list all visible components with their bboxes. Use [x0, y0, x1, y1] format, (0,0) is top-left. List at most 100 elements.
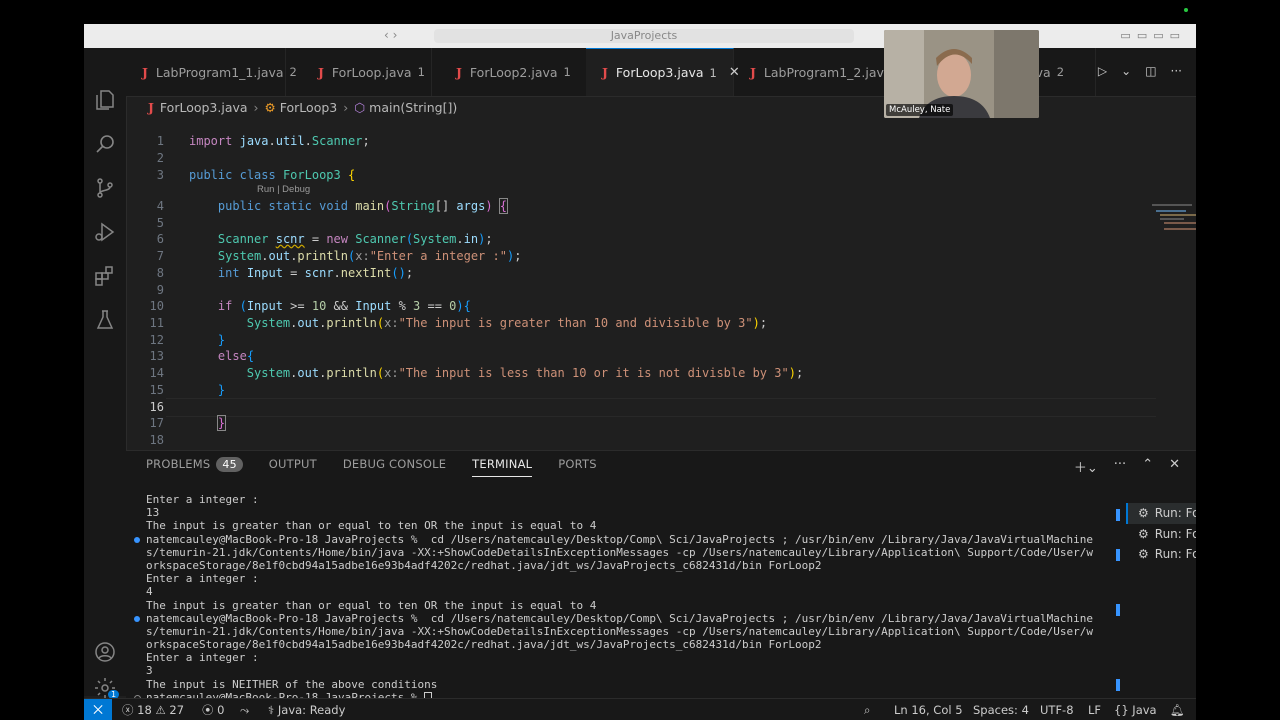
code-line: 3 public class ForLoop3 { [156, 168, 356, 182]
more-actions-icon[interactable]: ··· [1171, 64, 1182, 78]
java-file-icon: J [148, 99, 154, 115]
run-debug-icon[interactable] [93, 220, 117, 244]
split-editor-icon[interactable]: ◫ [1145, 64, 1156, 78]
java-file-icon: J [456, 64, 462, 80]
run-icon[interactable]: ▷ [1098, 64, 1107, 78]
tab-problems[interactable]: PROBLEMS 45 [146, 451, 243, 477]
tab-output[interactable]: OUTPUT [269, 451, 317, 477]
editor-actions: ▷ ⌄ ◫ ··· [1098, 64, 1182, 78]
terminal-line: 3 [146, 664, 153, 678]
warning-icon: ⚠ [155, 703, 166, 717]
tab-labprogram1-1[interactable]: J LabProgram1_1.java 2 [126, 48, 297, 96]
cursor-position[interactable]: Ln 16, Col 5 [894, 699, 963, 720]
command-decoration-icon[interactable] [134, 536, 140, 543]
new-terminal-icon[interactable]: ＋⌄ [1074, 457, 1098, 476]
account-icon[interactable] [93, 640, 117, 664]
webcam-overlay: McAuley, Nate [884, 30, 1039, 118]
terminal-line: Enter a integer : [146, 651, 259, 665]
java-file-icon: J [750, 64, 756, 80]
status-bar: ⨉ ⓧ 18 ⚠ 27 ⦿ 0 ⤳ ⚕ Java: Ready ⌕ Ln 16,… [84, 698, 1196, 720]
chevron-down-icon[interactable]: ⌄ [1121, 64, 1131, 78]
debug-status-icon[interactable]: ⤳ [240, 699, 249, 720]
panel-actions: ＋⌄ ··· ⌃ ✕ [1074, 457, 1180, 476]
indentation[interactable]: Spaces: 4 [973, 699, 1029, 720]
extensions-icon[interactable] [93, 264, 117, 288]
terminal-line: The input is greater than or equal to te… [146, 598, 597, 612]
minimap[interactable] [1152, 204, 1196, 234]
java-file-icon: J [142, 64, 148, 80]
tab-terminal[interactable]: TERMINAL [472, 451, 533, 477]
breadcrumb-file[interactable]: ForLoop3.java [160, 100, 248, 115]
end-of-line[interactable]: LF [1088, 699, 1101, 720]
java-icon: ⚕ [268, 703, 275, 717]
terminal-output[interactable]: Enter a integer : 13 The input is greate… [134, 493, 1094, 704]
tab-debug-console[interactable]: DEBUG CONSOLE [343, 451, 446, 477]
command-center[interactable]: JavaProjects [434, 29, 854, 43]
more-actions-icon[interactable]: ··· [1114, 457, 1126, 476]
tab-ports[interactable]: PORTS [558, 451, 596, 477]
search-icon[interactable] [93, 132, 117, 156]
code-line: 12 } [149, 333, 226, 347]
debug-icon: ⚙ [1138, 547, 1149, 562]
java-status[interactable]: ⚕ Java: Ready [268, 699, 345, 720]
explorer-icon[interactable] [93, 88, 117, 112]
layout-controls[interactable]: ▭▭▭▭ [1120, 29, 1186, 42]
code-line: 18 [149, 433, 164, 447]
participant-name: McAuley, Nate [886, 104, 954, 116]
terminal-line: Enter a integer : [146, 572, 259, 586]
java-file-icon: J [318, 64, 324, 80]
code-editor[interactable]: 1 import java.util.Scanner; 2 3 public cla… [126, 118, 1196, 463]
settings-gear-icon[interactable]: 1 [93, 676, 120, 700]
recording-indicator [1184, 8, 1188, 12]
tab-forloop[interactable]: J ForLoop.java 1 [302, 48, 432, 96]
bottom-panel: PROBLEMS 45 OUTPUT DEBUG CONSOLE TERMINAL… [126, 450, 1196, 704]
error-icon: ⓧ [122, 703, 134, 717]
terminal-list-item[interactable]: ⚙Run: ForLo... [1126, 503, 1196, 524]
code-line: 1 import java.util.Scanner; [156, 134, 370, 148]
code-line: 14 System.out.println(x:"The input is le… [149, 366, 804, 380]
panel-tabs: PROBLEMS 45 OUTPUT DEBUG CONSOLE TERMINAL… [146, 451, 597, 477]
chevron-right-icon: › [253, 99, 259, 115]
testing-icon[interactable] [93, 308, 117, 332]
terminal-list-item[interactable]: ⚙Run: ForLo... [1126, 524, 1196, 545]
code-line: 10 if (Input >= 10 && Input % 3 == 0){ [149, 299, 471, 313]
terminal-line: s/temurin-21.jdk/Contents/Home/bin/java … [146, 624, 1094, 638]
terminal-line: natemcauley@MacBook-Pro-18 JavaProjects … [134, 612, 1093, 625]
codelens-run-debug[interactable]: Run | Debug [257, 184, 310, 195]
code-line: 6 Scanner scnr = new Scanner(System.in); [156, 232, 493, 246]
breadcrumb-method[interactable]: main(String[]) [369, 100, 457, 115]
chevron-right-icon: › [343, 99, 349, 115]
terminal-line: s/temurin-21.jdk/Contents/Home/bin/java … [146, 545, 1094, 559]
notifications-bell-icon[interactable]: 🔔︎ [1170, 699, 1185, 720]
class-icon: ⚙ [264, 99, 276, 115]
code-line: 5 [156, 216, 164, 230]
breadcrumb-class[interactable]: ForLoop3 [280, 100, 337, 115]
maximize-panel-icon[interactable]: ⌃ [1142, 457, 1153, 476]
method-icon: ⬡ [354, 99, 366, 115]
zoom-icon[interactable]: ⌕ [864, 699, 870, 720]
tab-forloop3[interactable]: J ForLoop3.java 1 ✕ [586, 48, 740, 96]
terminal-overview-ruler [1116, 509, 1120, 694]
terminal-list-item[interactable]: ⚙Run: ForLo... [1126, 544, 1196, 565]
terminal-line: orkspaceStorage/8e1f0cbd94a15adbe16e93b4… [146, 638, 822, 652]
ports-status[interactable]: ⦿ 0 [202, 699, 224, 720]
remote-indicator-icon[interactable]: ⨉ [84, 699, 112, 720]
encoding[interactable]: UTF-8 [1040, 699, 1074, 720]
problems-status[interactable]: ⓧ 18 ⚠ 27 [122, 699, 184, 720]
terminal-line: 4 [146, 585, 153, 599]
code-line: 17 } [149, 415, 227, 431]
vscode-window: ‹ › JavaProjects ▭▭▭▭ 1 J LabProgram1_1.… [84, 24, 1196, 720]
code-line: 2 [156, 151, 164, 165]
debug-icon: ⚙ [1138, 526, 1149, 541]
source-control-icon[interactable] [93, 176, 117, 200]
command-decoration-icon[interactable] [134, 615, 140, 622]
history-nav[interactable]: ‹ › [384, 28, 397, 42]
code-line: 13 else{ [149, 349, 255, 363]
debug-icon: ⚙ [1138, 506, 1149, 521]
close-panel-icon[interactable]: ✕ [1169, 457, 1180, 476]
tab-forloop2[interactable]: J ForLoop2.java 1 [440, 48, 588, 96]
terminal-line: orkspaceStorage/8e1f0cbd94a15adbe16e93b4… [146, 558, 822, 572]
java-file-icon: J [602, 65, 608, 80]
language-mode[interactable]: {} Java [1114, 699, 1157, 720]
code-line: 11 System.out.println(x:"The input is gr… [149, 316, 768, 330]
